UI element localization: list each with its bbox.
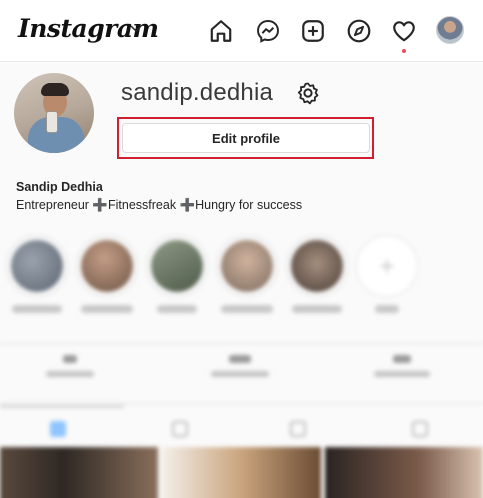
profile-full-name: Sandip Dedhia	[16, 180, 103, 194]
story-highlight[interactable]	[146, 235, 208, 313]
story-highlight[interactable]	[76, 235, 138, 313]
profile-picture[interactable]	[14, 73, 94, 153]
profile-tab-bar	[0, 407, 483, 451]
activity-heart-icon[interactable]	[390, 17, 418, 45]
home-icon[interactable]	[207, 17, 235, 45]
posts-grid-tab[interactable]	[50, 421, 66, 437]
profile-username: sandip.dedhia	[121, 79, 274, 106]
post-thumbnail[interactable]	[0, 447, 158, 498]
settings-gear-icon[interactable]	[296, 81, 320, 105]
story-highlight[interactable]	[286, 235, 348, 313]
edit-profile-button[interactable]: Edit profile	[122, 123, 370, 153]
story-highlight[interactable]	[216, 235, 278, 313]
profile-avatar-icon[interactable]	[436, 16, 464, 44]
post-thumbnail[interactable]	[162, 447, 321, 498]
blurred-profile-content: +	[0, 225, 483, 498]
notification-dot	[402, 49, 406, 53]
messenger-icon[interactable]	[254, 17, 282, 45]
reels-tab[interactable]	[172, 421, 188, 437]
story-highlight[interactable]	[6, 235, 68, 313]
tagged-tab[interactable]	[412, 421, 428, 437]
posts-count	[30, 355, 110, 377]
profile-bio: Entrepreneur ➕Fitnessfreak ➕Hungry for s…	[16, 198, 303, 212]
top-navigation-bar: Instagram	[0, 0, 483, 62]
explore-icon[interactable]	[345, 17, 373, 45]
post-thumbnail[interactable]	[325, 447, 483, 498]
new-highlight-button[interactable]: +	[356, 235, 418, 313]
following-count[interactable]	[362, 355, 442, 377]
followers-count[interactable]	[200, 355, 280, 377]
chevron-down-icon[interactable]	[130, 25, 142, 33]
new-post-icon[interactable]	[299, 17, 327, 45]
saved-tab[interactable]	[290, 421, 306, 437]
